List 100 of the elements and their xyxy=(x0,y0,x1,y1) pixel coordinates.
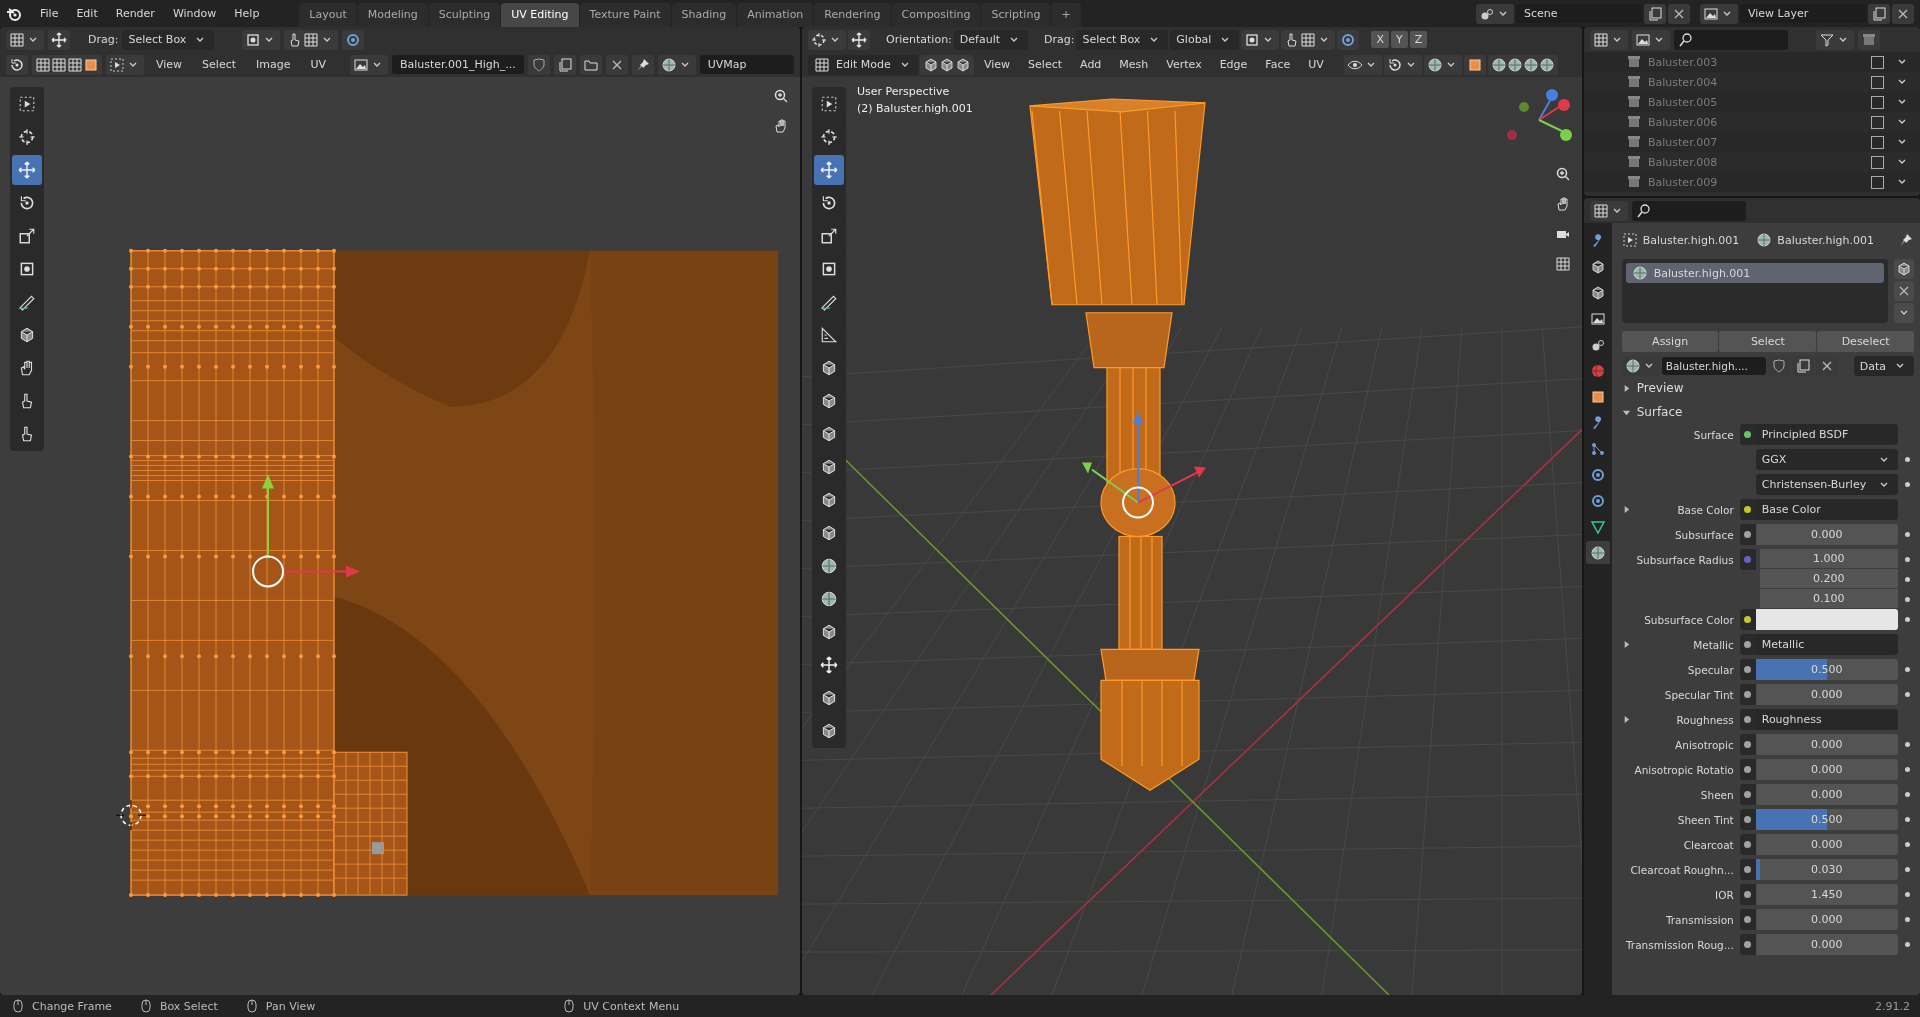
property-label: Clearcoat Roughn... xyxy=(1630,863,1735,876)
linked-input-field[interactable]: Metallic xyxy=(1755,634,1898,655)
view-layer-field[interactable]: View Layer xyxy=(1740,4,1866,23)
value-slider[interactable]: 0.000 xyxy=(1755,524,1898,545)
property-label: Transmission xyxy=(1665,913,1735,926)
orientation-dropdown[interactable]: Default xyxy=(953,29,1028,50)
menu-item[interactable]: Image xyxy=(248,55,299,74)
drag-label: Drag: xyxy=(88,33,119,46)
menu-item[interactable]: Vertex xyxy=(1158,55,1210,74)
outliner-item[interactable]: Baluster.005 xyxy=(1648,95,1718,109)
property-label: Subsurface xyxy=(1674,528,1735,541)
outliner-item[interactable]: Baluster.003 xyxy=(1648,55,1718,69)
workspace-tab[interactable]: Texture Paint xyxy=(579,3,671,27)
panel-title: Preview xyxy=(1636,381,1684,395)
property-label: Base Color xyxy=(1677,503,1735,516)
value-slider[interactable]: 1.450 xyxy=(1755,884,1898,905)
menu-item[interactable]: Render xyxy=(107,4,163,23)
workspace-tab[interactable]: Scripting xyxy=(981,3,1051,27)
panel-header[interactable]: Preview xyxy=(1621,376,1914,400)
workspace-tab[interactable]: Animation xyxy=(737,3,814,27)
property-label: Metallic xyxy=(1693,638,1735,651)
linked-input-field[interactable]: Principled BSDF xyxy=(1755,424,1898,445)
property-label: Specular xyxy=(1687,663,1735,676)
drag-dropdown[interactable]: Select Box xyxy=(122,29,215,50)
orientation-label: Orientation: xyxy=(886,33,952,46)
transform-orientation-dropdown[interactable]: Global xyxy=(1170,29,1240,50)
value-slider[interactable]: 0.030 xyxy=(1755,859,1898,880)
value-slider[interactable]: 0.000 xyxy=(1755,934,1898,955)
add-workspace-button[interactable]: + xyxy=(1051,3,1081,27)
slot-action-button[interactable]: Select xyxy=(1719,331,1817,352)
workspace-tab[interactable]: Modeling xyxy=(357,3,428,27)
property-label: Clearcoat xyxy=(1683,838,1735,851)
outliner-item[interactable]: Baluster.006 xyxy=(1648,115,1718,129)
value-slider[interactable]: 0.000 xyxy=(1755,834,1898,855)
property-label: Subsurface Color xyxy=(1644,613,1735,626)
mode-dropdown[interactable]: Edit Mode xyxy=(808,54,918,75)
menu-item[interactable]: Window xyxy=(164,4,225,23)
value-slider[interactable]: 0.000 xyxy=(1755,684,1898,705)
menu-item[interactable]: Edit xyxy=(68,4,106,23)
uv-map-field[interactable]: UVMap xyxy=(699,55,794,74)
panel-title: Surface xyxy=(1636,405,1683,419)
property-label: Sheen Tint xyxy=(1677,813,1735,826)
workspace-tab[interactable]: Rendering xyxy=(814,3,891,27)
outliner-item[interactable]: Baluster.008 xyxy=(1648,155,1718,169)
menu-item[interactable]: Face xyxy=(1257,55,1299,74)
value-slider[interactable]: 0.000 xyxy=(1755,909,1898,930)
outliner-item[interactable]: Baluster.007 xyxy=(1648,135,1718,149)
outliner-item[interactable]: Baluster.004 xyxy=(1648,75,1718,89)
slot-action-button[interactable]: Assign xyxy=(1621,331,1719,352)
property-label: Sheen xyxy=(1700,788,1735,801)
material-name: Baluster.high.001 xyxy=(1777,233,1874,247)
workspace-tab[interactable]: UV Editing xyxy=(501,3,579,27)
viewport-info-text: (2) Baluster.high.001 xyxy=(857,102,973,115)
menu-item[interactable]: Help xyxy=(226,4,268,23)
material-slot[interactable]: Baluster.high.001 xyxy=(1625,263,1884,283)
value-slider[interactable]: 0.000 xyxy=(1755,734,1898,755)
property-label: Anisotropic Rotatio xyxy=(1634,763,1735,776)
menu-item[interactable]: Select xyxy=(194,55,245,74)
status-hint: Box Select xyxy=(159,999,218,1013)
workspace-tab[interactable]: Sculpting xyxy=(428,3,501,27)
linked-input-field[interactable]: Roughness xyxy=(1755,709,1898,730)
panel-header[interactable]: Surface xyxy=(1621,400,1914,424)
linked-input-field[interactable]: Base Color xyxy=(1755,499,1898,520)
drag-dropdown[interactable]: Select Box xyxy=(1076,29,1169,50)
property-dropdown[interactable]: Christensen-Burley xyxy=(1755,474,1898,495)
outliner-item[interactable]: Baluster.009 xyxy=(1648,175,1718,189)
status-hint: UV Context Menu xyxy=(583,999,680,1013)
menu-item[interactable]: Mesh xyxy=(1111,55,1157,74)
workspace-tab[interactable]: Compositing xyxy=(891,3,981,27)
menu-item[interactable]: View xyxy=(976,55,1019,74)
property-label: Subsurface Radius xyxy=(1636,553,1735,566)
slot-action-button[interactable]: Deselect xyxy=(1817,331,1914,352)
menu-item[interactable]: UV xyxy=(1300,55,1332,74)
mirror-axis-toggle[interactable]: X xyxy=(1371,31,1389,48)
property-label: Surface xyxy=(1693,428,1735,441)
workspace-tab[interactable]: Shading xyxy=(671,3,737,27)
vector-component-field[interactable]: 0.200 xyxy=(1759,569,1898,588)
menu-item[interactable]: Add xyxy=(1072,55,1110,74)
mirror-axis-toggle[interactable]: Y xyxy=(1390,31,1408,48)
workspace-tab[interactable]: Layout xyxy=(299,3,357,27)
viewport-info-text: User Perspective xyxy=(857,85,951,98)
version-text: 2.91.2 xyxy=(1875,999,1910,1013)
status-hint: Pan View xyxy=(265,999,316,1013)
menu-item[interactable]: File xyxy=(32,4,67,23)
link-dropdown[interactable]: Data xyxy=(1853,356,1914,376)
vector-component-field[interactable]: 1.000 xyxy=(1759,549,1898,568)
material-field[interactable]: Baluster.high.... xyxy=(1661,357,1766,375)
menu-item[interactable]: Edge xyxy=(1211,55,1256,74)
value-slider[interactable]: 0.000 xyxy=(1755,759,1898,780)
scene-field[interactable]: Scene xyxy=(1516,4,1642,23)
image-name-field[interactable]: Baluster.001_High_... xyxy=(391,55,524,74)
menu-item[interactable]: View xyxy=(148,55,191,74)
menu-item[interactable]: UV xyxy=(302,55,335,74)
property-label: Specular Tint xyxy=(1664,688,1735,701)
vector-component-field[interactable]: 0.100 xyxy=(1759,589,1898,608)
menu-item[interactable]: Select xyxy=(1020,55,1071,74)
property-label: Transmission Roug... xyxy=(1626,938,1735,951)
value-slider[interactable]: 0.000 xyxy=(1755,784,1898,805)
property-dropdown[interactable]: GGX xyxy=(1755,449,1898,470)
mirror-axis-toggle[interactable]: Z xyxy=(1409,31,1428,48)
